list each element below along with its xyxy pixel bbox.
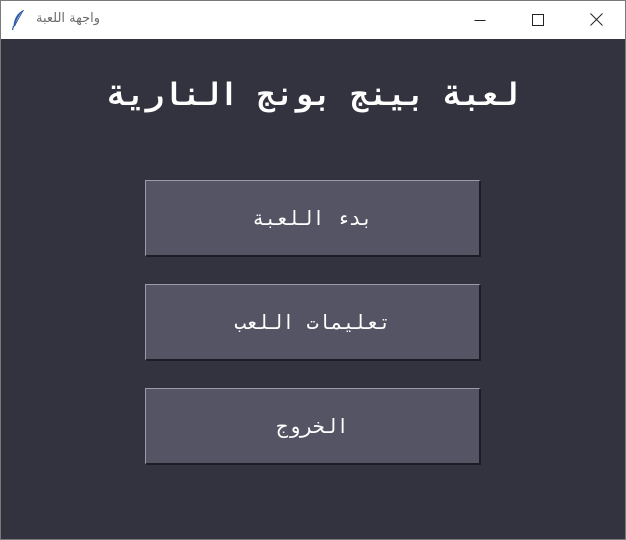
maximize-button[interactable] [509,1,567,39]
game-title: لعبة بينج بونج النارية [107,77,519,113]
instructions-button[interactable]: تعليمات اللعب [145,284,481,361]
instructions-label: تعليمات اللعب [234,310,391,334]
start-game-button[interactable]: بدء اللعبة [145,180,481,257]
close-button[interactable] [567,1,625,39]
minimize-icon [474,11,486,30]
exit-label: الخروج [276,414,349,438]
exit-button[interactable]: الخروج [145,388,481,465]
feather-icon [11,9,25,31]
app-window: واجهة اللعبة لعبة بينج بونج النارية بدء … [0,0,626,540]
title-bar[interactable]: واجهة اللعبة [1,1,625,39]
window-title: واجهة اللعبة [36,11,101,26]
close-icon [589,11,603,30]
main-panel: لعبة بينج بونج النارية بدء اللعبة تعليما… [1,39,625,539]
minimize-button[interactable] [451,1,509,39]
maximize-icon [532,11,544,30]
start-game-label: بدء اللعبة [252,206,373,230]
